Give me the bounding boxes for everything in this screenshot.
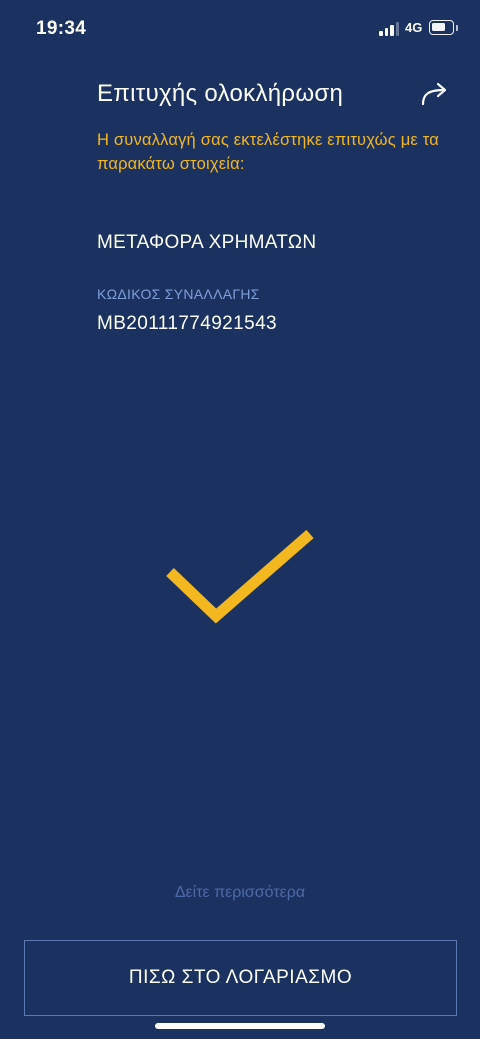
home-indicator bbox=[155, 1023, 325, 1029]
transaction-code-value: MB20111774921543 bbox=[97, 313, 278, 334]
checkmark-icon bbox=[166, 529, 314, 624]
page-title: Επιτυχής ολοκλήρωση bbox=[97, 80, 344, 107]
network-type: 4G bbox=[405, 20, 423, 35]
transaction-type: ΜΕΤΑΦΟΡΑ ΧΡΗΜΑΤΩΝ bbox=[97, 232, 317, 253]
battery-icon bbox=[429, 20, 454, 35]
battery-cap bbox=[456, 25, 458, 31]
transaction-success-screen: 19:34 4G Επιτυχής ολοκλήρωση Η συναλλαγή… bbox=[0, 0, 480, 1039]
share-button[interactable] bbox=[418, 80, 450, 108]
status-bar: 19:34 4G bbox=[0, 0, 480, 58]
signal-icon bbox=[379, 22, 401, 36]
success-message: Η συναλλαγή σας εκτελέστηκε επιτυχώς με … bbox=[97, 131, 439, 173]
see-more-link[interactable]: Δείτε περισσότερα bbox=[0, 884, 480, 902]
transaction-code-label: ΚΩΔΙΚΟΣ ΣΥΝΑΛΛΑΓΗΣ bbox=[97, 286, 260, 302]
back-to-account-button[interactable]: ΠΙΣΩ ΣΤΟ ΛΟΓΑΡΙΑΣΜΟ bbox=[24, 940, 457, 1016]
status-time: 19:34 bbox=[36, 18, 87, 39]
share-arrow-icon bbox=[421, 82, 447, 106]
